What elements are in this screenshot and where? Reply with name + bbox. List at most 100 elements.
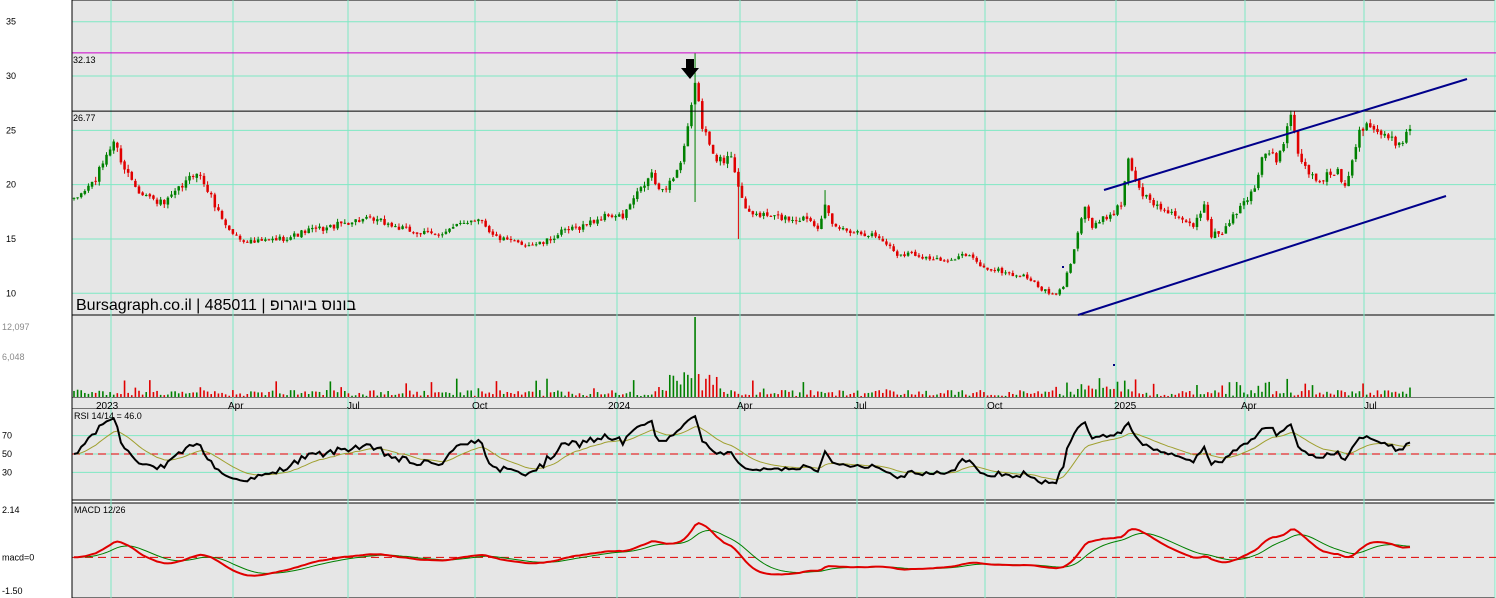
volume-bar <box>694 317 696 397</box>
volume-bar <box>470 390 472 397</box>
candle-body <box>404 226 408 228</box>
volume-bar <box>802 382 805 397</box>
volume-bar <box>405 383 407 397</box>
candle-body <box>1163 209 1166 211</box>
stock-chart: RSI 14/14 = 46.0 MACD 12/26 32.13 26.77 Bu… <box>0 0 1496 598</box>
volume-bar <box>733 391 736 397</box>
volume-bar <box>777 394 779 397</box>
candle-body <box>552 238 556 241</box>
candle-body <box>766 212 769 216</box>
candle-body <box>805 216 809 219</box>
volume-bar <box>795 395 797 397</box>
candle-body <box>877 236 881 239</box>
volume-bar <box>531 391 534 397</box>
volume-bar <box>253 391 256 397</box>
volume-bar <box>1109 389 1112 397</box>
candle-body <box>838 227 841 229</box>
candle-body <box>1123 181 1127 206</box>
volume-bar <box>1376 390 1379 397</box>
volume-bar <box>918 391 920 397</box>
candle-body <box>264 239 267 241</box>
volume-bar <box>329 381 332 397</box>
volume-bar <box>1300 391 1303 397</box>
candle-body <box>1217 231 1220 234</box>
volume-bar <box>336 392 339 397</box>
volume-bar <box>224 394 227 397</box>
volume-bar <box>185 393 187 397</box>
candle-body <box>787 216 791 221</box>
candle-body <box>1401 142 1405 144</box>
candle-body <box>1112 213 1116 215</box>
volume-bar <box>571 393 574 397</box>
volume-bar <box>835 395 837 397</box>
candle-body <box>343 222 347 224</box>
candle-body <box>1047 288 1051 294</box>
candle-body <box>809 218 812 221</box>
candle-body <box>636 191 639 200</box>
candle-body <box>292 233 296 237</box>
candle-body <box>993 270 997 272</box>
candle-body <box>325 227 329 231</box>
candle-body <box>1098 221 1101 224</box>
candle-body <box>979 262 982 267</box>
volume-bar <box>1308 390 1310 397</box>
candle-body <box>563 229 567 231</box>
candle-body <box>415 232 419 234</box>
volume-bar <box>914 394 917 397</box>
volume-bar <box>344 390 346 397</box>
candle-body <box>195 173 199 178</box>
candle-body <box>1058 289 1062 295</box>
volume-bar <box>622 394 624 397</box>
volume-bar <box>650 394 653 397</box>
candle-body <box>870 233 874 237</box>
candle-body <box>1354 147 1358 160</box>
candle-body <box>506 237 509 240</box>
volume-bar <box>889 390 891 397</box>
candle-body <box>181 185 184 188</box>
volume-bar <box>636 395 639 397</box>
volume-bar <box>910 394 913 397</box>
candle-body <box>76 197 79 199</box>
volume-bar <box>1167 395 1169 397</box>
volume-bar <box>954 394 956 397</box>
candle-body <box>1340 169 1343 182</box>
volume-bar <box>928 395 931 397</box>
volume-bar <box>589 393 592 397</box>
candle-body <box>1253 188 1256 192</box>
candle-body <box>571 226 574 230</box>
candle-body <box>383 218 386 225</box>
candle-body <box>589 220 592 226</box>
volume-bar <box>1181 391 1184 397</box>
volume-bar <box>105 395 108 397</box>
volume-bar <box>1243 392 1245 397</box>
volume-bar <box>76 389 79 397</box>
volume-bar <box>1340 390 1343 397</box>
candle-body <box>188 175 191 181</box>
volume-bar <box>1012 393 1014 397</box>
candle-body <box>975 257 978 262</box>
candle-body <box>278 236 282 240</box>
candle-body <box>1051 293 1054 295</box>
candle-body <box>1069 264 1072 273</box>
volume-bar <box>842 390 844 397</box>
candle-body <box>1174 211 1177 216</box>
candle-body <box>332 224 336 229</box>
volume-bar <box>372 390 375 397</box>
candle-body <box>390 222 394 227</box>
volume-bar <box>134 387 137 397</box>
volume-bar <box>1293 395 1296 397</box>
candle-body <box>856 231 859 233</box>
volume-bar <box>1062 395 1065 397</box>
volume-bar <box>723 392 725 397</box>
level-label-1: 26.77 <box>73 113 96 123</box>
candle-body <box>997 268 1000 271</box>
candle-body <box>1195 217 1199 228</box>
volume-bar <box>947 390 949 397</box>
volume-bar <box>950 390 953 397</box>
volume-bar <box>1163 394 1166 397</box>
candle-body <box>621 213 625 219</box>
volume-bar <box>300 393 303 397</box>
volume-bar <box>401 393 404 397</box>
macd-label: MACD 12/26 <box>74 505 126 515</box>
volume-bar <box>1077 388 1079 397</box>
